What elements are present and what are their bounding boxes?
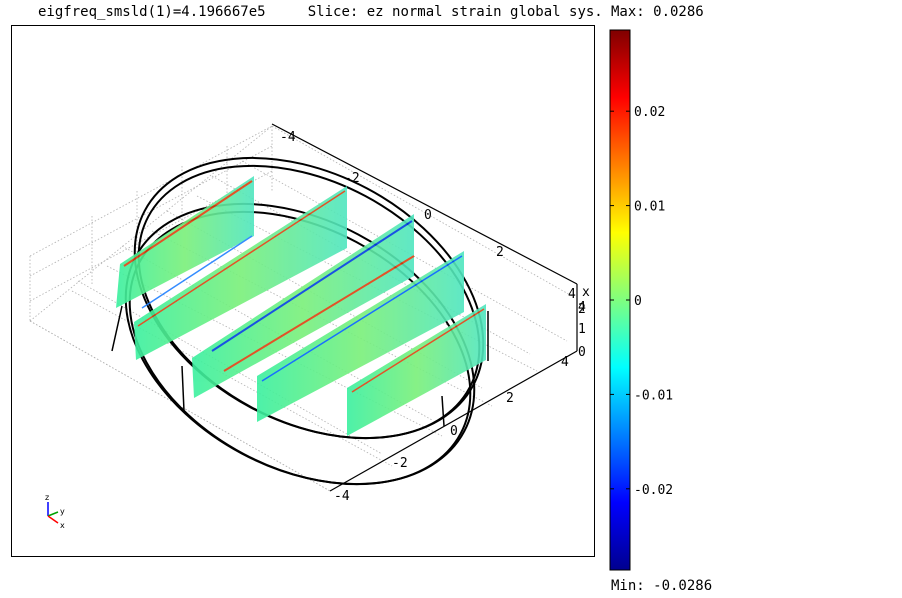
z-tick-label: 1 xyxy=(578,322,586,337)
colorbar-tick-label: 0.01 xyxy=(634,200,665,215)
y-tick-label: 0 xyxy=(450,424,458,439)
colorbar-tick-label: -0.02 xyxy=(634,483,673,498)
triad-x-label: x xyxy=(60,521,65,530)
y-tick-label: 2 xyxy=(506,391,514,406)
x-tick-label: 4 xyxy=(568,287,576,302)
title-left: eigfreq_smsld(1)=4.196667e5 xyxy=(38,4,266,20)
x-tick-label: 0 xyxy=(424,208,432,223)
y-tick-label: -2 xyxy=(392,456,408,471)
plot-canvas[interactable]: -4 -2 0 2 4 x 4 2 1 0 4 2 0 -2 -4 z y x xyxy=(12,26,594,556)
x-tick-label: 2 xyxy=(496,245,504,260)
z-tick-label: 2 xyxy=(578,302,586,317)
colorbar-max-label: Max: 0.0286 xyxy=(611,4,704,20)
y-tick-label: 4 xyxy=(561,355,569,370)
colorbar-tick-label: 0 xyxy=(634,294,642,309)
title-right: Slice: ez normal strain global sys. xyxy=(307,4,603,20)
triad-y-label: y xyxy=(60,507,65,516)
z-tick-label: 0 xyxy=(578,345,586,360)
triad-z-label: z xyxy=(45,493,49,502)
x-tick-label: -2 xyxy=(344,171,360,186)
colorbar-tick-label: 0.02 xyxy=(634,105,665,120)
y-tick-label: -4 xyxy=(334,489,350,504)
plot-title: eigfreq_smsld(1)=4.196667e5 Slice: ez no… xyxy=(38,4,603,20)
axis-triad: z y x xyxy=(45,493,65,530)
colorbar: 0.02 0.01 0 -0.01 -0.02 xyxy=(609,29,673,571)
colorbar-tick-label: -0.01 xyxy=(634,388,673,403)
z-tick-labels: 4 2 1 0 xyxy=(578,300,586,360)
x-axis-label: x xyxy=(582,285,590,300)
x-tick-label: -4 xyxy=(280,130,296,145)
colorbar-min-label: Min: -0.0286 xyxy=(611,578,713,594)
plot-frame[interactable]: -4 -2 0 2 4 x 4 2 1 0 4 2 0 -2 -4 z y x xyxy=(11,25,595,557)
